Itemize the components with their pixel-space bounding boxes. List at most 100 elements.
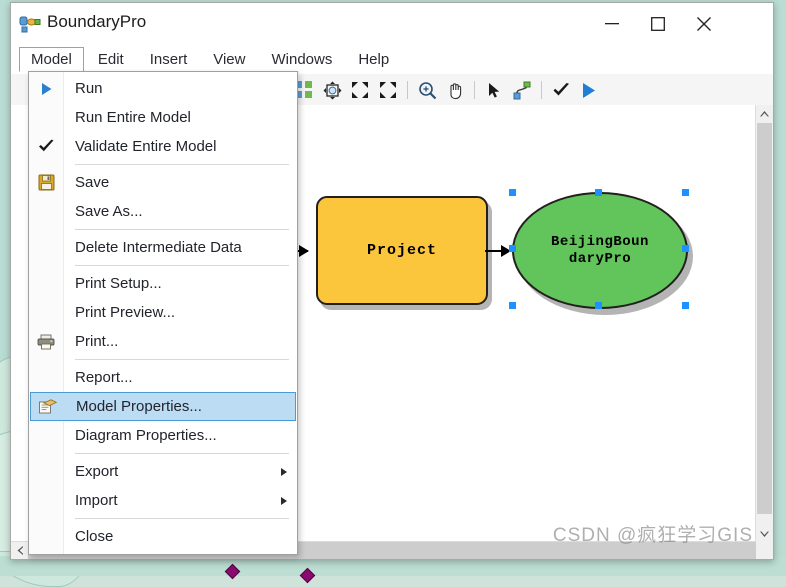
minimize-button[interactable]	[589, 3, 635, 45]
output-connector	[485, 245, 511, 257]
validate-check-icon[interactable]	[548, 77, 574, 103]
printer-icon	[29, 327, 63, 356]
selection-handle-sw[interactable]	[509, 302, 516, 309]
menu-item-no-icon	[29, 269, 63, 298]
maximize-button[interactable]	[635, 3, 681, 45]
scroll-up-arrow[interactable]	[756, 105, 773, 122]
close-button[interactable]	[681, 3, 727, 45]
menu-item-no-icon	[29, 298, 63, 327]
menu-item-run[interactable]: Run	[29, 74, 297, 103]
select-arrow-icon[interactable]	[481, 77, 507, 103]
menu-item-no-icon	[29, 363, 63, 392]
tool-project-label: Project	[366, 242, 437, 259]
magnifier-icon[interactable]	[414, 77, 440, 103]
model-properties-icon	[31, 392, 64, 421]
menu-item-label: Export	[75, 463, 119, 480]
toolbar-separator	[541, 81, 542, 99]
menu-insert[interactable]: Insert	[138, 47, 200, 72]
selection-handle-s[interactable]	[595, 302, 602, 309]
selection-handle-nw[interactable]	[509, 189, 516, 196]
scroll-down-arrow[interactable]	[756, 525, 773, 542]
title-bar: BoundaryPro	[11, 3, 773, 45]
menu-item-label: Print...	[75, 333, 119, 350]
menu-item-label: Delete Intermediate Data	[75, 239, 242, 256]
save-floppy-icon	[29, 168, 63, 197]
menu-windows[interactable]: Windows	[259, 47, 344, 72]
selection-handle-w[interactable]	[509, 245, 516, 252]
pan-hand-icon[interactable]	[442, 77, 468, 103]
menu-item-validate-entire-model[interactable]: Validate Entire Model	[29, 132, 297, 161]
menu-item-no-icon	[29, 457, 63, 486]
window-title: BoundaryPro	[47, 12, 147, 31]
output-label: BeijingBoun daryPro	[551, 233, 649, 267]
menu-item-export[interactable]: Export	[29, 457, 297, 486]
menu-item-close[interactable]: Close	[29, 522, 297, 551]
menu-item-model-properties[interactable]: Model Properties...	[30, 392, 296, 421]
menu-help[interactable]: Help	[346, 47, 401, 72]
menu-item-no-icon	[29, 522, 63, 551]
run-play-icon	[29, 74, 63, 103]
menu-item-import[interactable]: Import	[29, 486, 297, 515]
run-play-icon[interactable]	[576, 77, 602, 103]
connect-tool-icon[interactable]	[509, 77, 535, 103]
vertical-scrollbar-thumb[interactable]	[757, 123, 772, 514]
menu-item-label: Validate Entire Model	[75, 138, 217, 155]
menu-separator	[75, 229, 289, 230]
scroll-left-arrow[interactable]	[11, 542, 28, 559]
check-icon	[29, 132, 63, 161]
submenu-arrow-icon	[281, 467, 287, 476]
menu-separator	[75, 453, 289, 454]
menu-item-print-preview[interactable]: Print Preview...	[29, 298, 297, 327]
toolbar-separator	[474, 81, 475, 99]
menu-item-no-icon	[29, 103, 63, 132]
menu-item-label: Print Preview...	[75, 304, 176, 321]
submenu-arrow-icon	[281, 496, 287, 505]
selection-handle-se[interactable]	[682, 302, 689, 309]
menu-item-save[interactable]: Save	[29, 168, 297, 197]
menu-item-no-icon	[29, 421, 63, 450]
model-diagram-icon	[19, 15, 41, 33]
menu-edit[interactable]: Edit	[86, 47, 136, 72]
menu-view[interactable]: View	[201, 47, 257, 72]
tool-project[interactable]: Project	[316, 196, 488, 305]
menu-item-label: Diagram Properties...	[75, 427, 217, 444]
menu-bar: Model Edit Insert View Windows Help	[11, 45, 773, 74]
menu-item-label: Save	[75, 174, 110, 191]
menu-item-label: Print Setup...	[75, 275, 162, 292]
menu-item-no-icon	[29, 233, 63, 262]
menu-item-label: Close	[75, 528, 114, 545]
watermark: CSDN @疯狂学习GIS	[552, 525, 753, 546]
menu-separator	[75, 164, 289, 165]
menu-item-label: Model Properties...	[76, 398, 202, 415]
scrollbar-corner	[756, 542, 773, 559]
menu-item-no-icon	[29, 486, 63, 515]
menu-item-label: Import	[75, 492, 118, 509]
menu-separator	[75, 518, 289, 519]
zoom-out-icon[interactable]	[347, 77, 373, 103]
menu-item-diagram-properties[interactable]: Diagram Properties...	[29, 421, 297, 450]
menu-item-print[interactable]: Print...	[29, 327, 297, 356]
menu-separator	[75, 359, 289, 360]
menu-item-label: Run	[75, 80, 103, 97]
zoom-in-icon[interactable]	[375, 77, 401, 103]
toolbar-separator	[407, 81, 408, 99]
application-window: BoundaryPro Model Edit Insert View Windo…	[10, 2, 774, 560]
menu-item-save-as[interactable]: Save As...	[29, 197, 297, 226]
menu-item-run-entire-model[interactable]: Run Entire Model	[29, 103, 297, 132]
fit-to-window-icon[interactable]	[319, 77, 345, 103]
selection-handle-e[interactable]	[682, 245, 689, 252]
menu-item-report[interactable]: Report...	[29, 363, 297, 392]
menu-item-label: Report...	[75, 369, 133, 386]
menu-item-no-icon	[29, 197, 63, 226]
menu-separator	[75, 265, 289, 266]
menu-item-label: Run Entire Model	[75, 109, 191, 126]
menu-model[interactable]: Model	[19, 46, 84, 72]
menu-item-label: Save As...	[75, 203, 143, 220]
menu-item-delete-intermediate-data[interactable]: Delete Intermediate Data	[29, 233, 297, 262]
output-beijingboundarypro[interactable]: BeijingBoun daryPro	[512, 192, 688, 309]
vertical-scrollbar[interactable]	[755, 105, 773, 542]
menu-item-print-setup[interactable]: Print Setup...	[29, 269, 297, 298]
selection-handle-ne[interactable]	[682, 189, 689, 196]
selection-handle-n[interactable]	[595, 189, 602, 196]
model-menu-dropdown: Run Run Entire Model Validate Entire Mod…	[28, 71, 298, 555]
